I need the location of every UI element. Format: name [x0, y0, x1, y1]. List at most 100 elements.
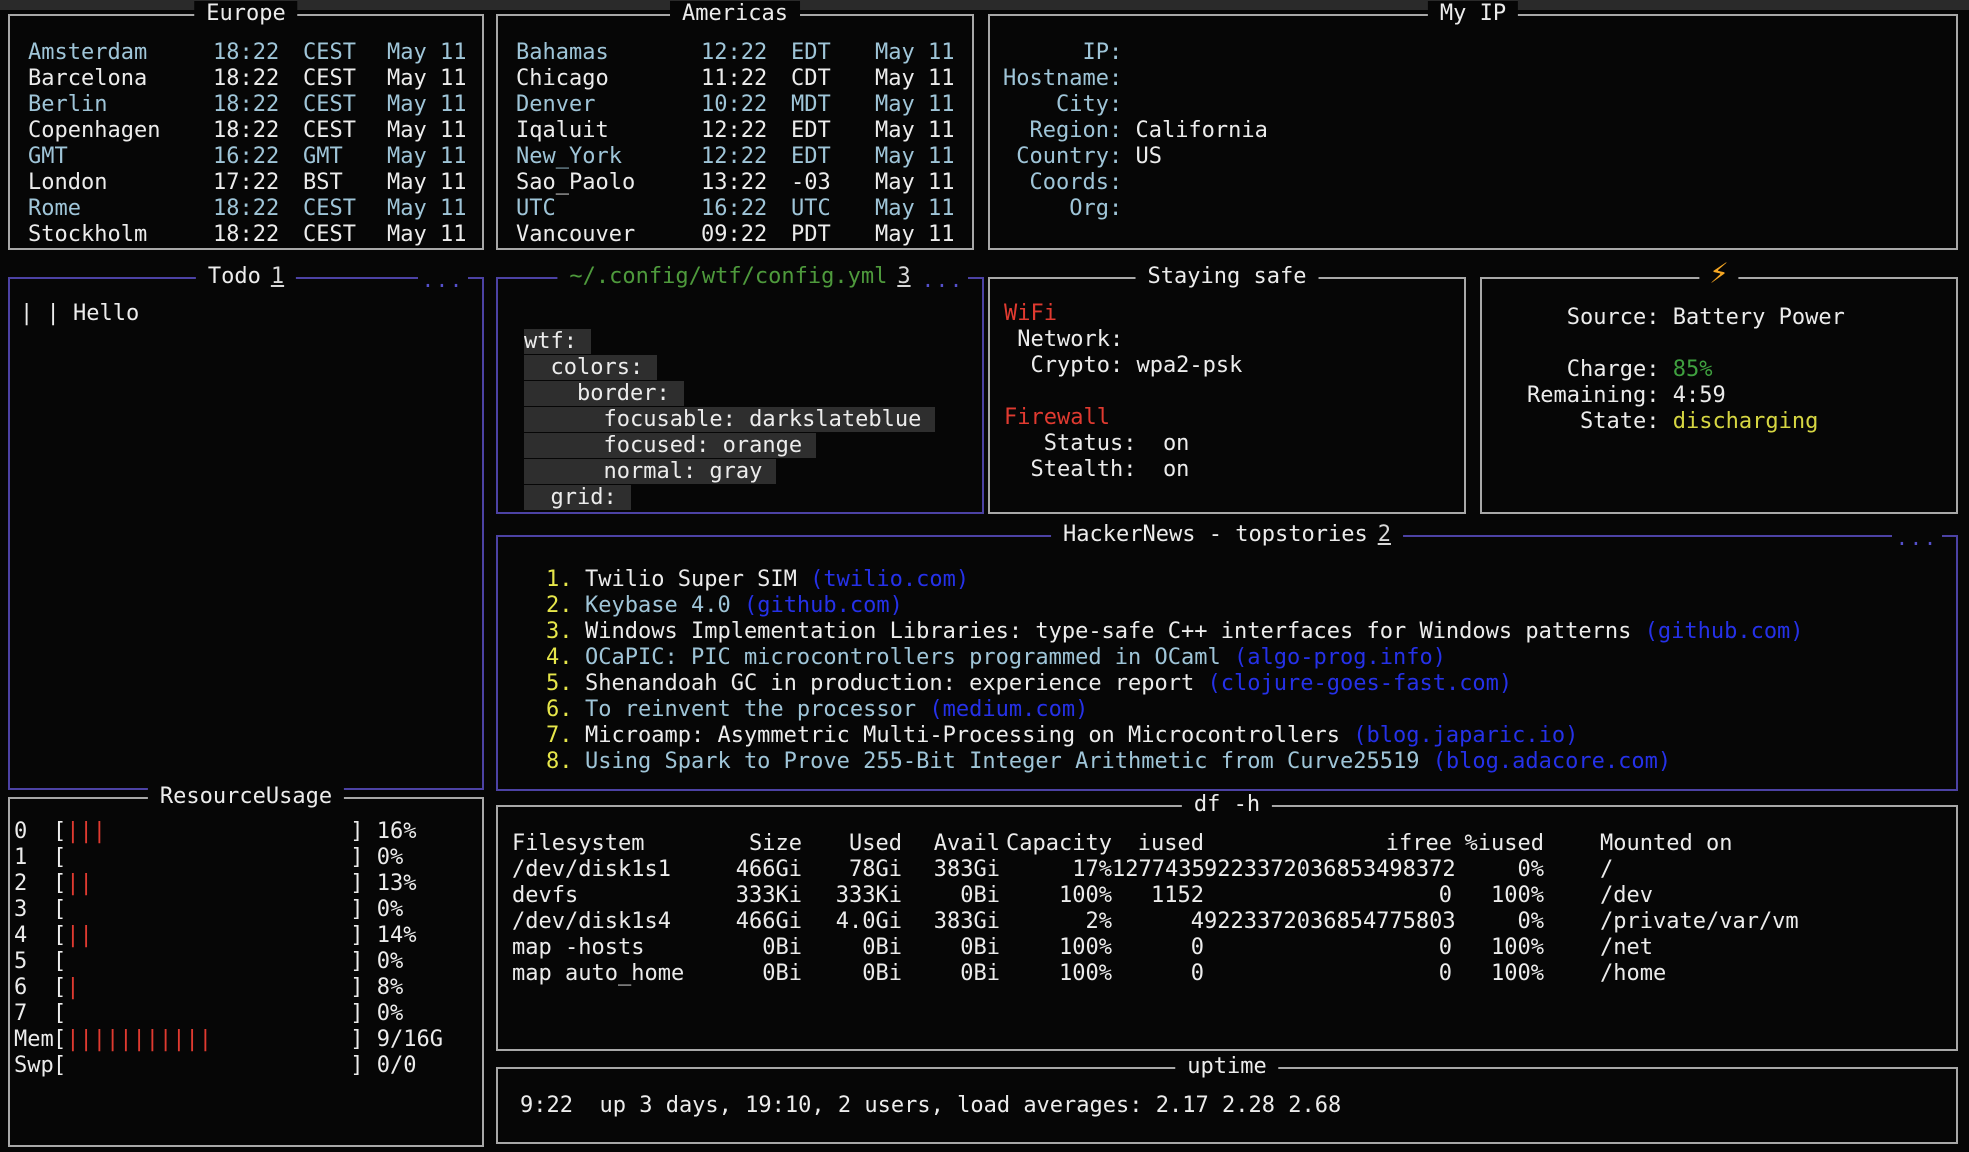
- meter-close-bracket: ]: [350, 1053, 363, 1079]
- hackernews-story[interactable]: 3.Windows Implementation Libraries: type…: [546, 619, 1956, 645]
- meter-label: 1: [14, 845, 53, 871]
- df-cell: 0Bi: [802, 935, 902, 961]
- df-header-row: FilesystemSizeUsedAvailCapacityiusedifre…: [512, 831, 1956, 857]
- story-domain-link[interactable]: (twilio.com): [810, 567, 969, 592]
- battery-line-value: 4:59: [1673, 383, 1726, 408]
- hackernews-story[interactable]: 5.Shenandoah GC in production: experienc…: [546, 671, 1956, 697]
- meter-bar-fill: [66, 1053, 350, 1079]
- battery-status: Source: Battery Power Charge: 85%Remaini…: [1482, 279, 1956, 435]
- city-time: 18:22: [213, 196, 303, 222]
- story-domain-link[interactable]: (github.com): [744, 593, 903, 618]
- config-line-text: normal: gray: [524, 459, 776, 484]
- story-rank: 5.: [546, 671, 572, 697]
- battery-line-label: Remaining:: [1527, 383, 1673, 408]
- panel-df: df -h FilesystemSizeUsedAvailCapacityius…: [496, 805, 1958, 1051]
- meter-label: 7: [14, 1001, 53, 1027]
- story-title: Microamp: Asymmetric Multi-Processing on…: [585, 723, 1353, 748]
- my-ip-fields: IP: Hostname: City: Region: California C…: [990, 16, 1956, 222]
- panel-americas: Americas Bahamas12:22EDTMay 11Chicago11:…: [496, 14, 974, 250]
- city-name: Copenhagen: [28, 118, 213, 144]
- meter-row: Swp[] 0/0: [14, 1053, 482, 1079]
- city-name: Stockholm: [28, 222, 213, 248]
- df-cell: 2%: [1000, 909, 1112, 935]
- ip-field-row: Coords:: [1003, 170, 1956, 196]
- meter-value: 14%: [364, 923, 417, 949]
- todo-item[interactable]: | | Hello: [20, 301, 482, 327]
- clock-row: Chicago11:22CDTMay 11: [516, 66, 972, 92]
- ip-field-label: IP:: [1003, 40, 1135, 65]
- panel-staying-safe-title: Staying safe: [1136, 264, 1319, 290]
- df-cell: Filesystem: [512, 831, 690, 857]
- panel-my-ip-title: My IP: [1428, 1, 1518, 27]
- story-domain-link[interactable]: (blog.adacore.com): [1433, 749, 1671, 774]
- df-cell: map auto_home: [512, 961, 690, 987]
- config-line-text: border:: [524, 381, 684, 406]
- hackernews-story[interactable]: 6.To reinvent the processor (medium.com): [546, 697, 1956, 723]
- meter-label: 0: [14, 819, 53, 845]
- city-timezone: CEST: [303, 196, 387, 222]
- meter-close-bracket: ]: [350, 1001, 363, 1027]
- security-line: WiFi: [1004, 301, 1464, 327]
- story-rank: 1.: [546, 567, 572, 593]
- df-cell: /dev/disk1s4: [512, 909, 690, 935]
- panel-americas-title: Americas: [670, 1, 800, 27]
- meter-value: 0%: [364, 845, 404, 871]
- df-cell: 100%: [1000, 935, 1112, 961]
- ip-field-row: IP:: [1003, 40, 1956, 66]
- story-domain-link[interactable]: (blog.japaric.io): [1353, 723, 1578, 748]
- config-line: normal: gray: [524, 459, 982, 485]
- city-timezone: EDT: [791, 40, 875, 66]
- city-time: 18:22: [213, 66, 303, 92]
- df-cell: 0: [1204, 961, 1452, 987]
- story-domain-link[interactable]: (medium.com): [929, 697, 1088, 722]
- story-domain-link[interactable]: (clojure-goes-fast.com): [1208, 671, 1513, 696]
- hackernews-story[interactable]: 2.Keybase 4.0 (github.com): [546, 593, 1956, 619]
- meter-row: 0[|||] 16%: [14, 819, 482, 845]
- cpu-memory-meters: 0[|||] 16%1[] 0%2[||] 13%3[] 0%4[||] 14%…: [10, 799, 482, 1079]
- ip-field-label: Hostname:: [1003, 66, 1135, 91]
- city-time: 17:22: [213, 170, 303, 196]
- meter-bar-fill: |||||||||||: [66, 1027, 350, 1053]
- city-date: May 11: [387, 196, 466, 222]
- city-timezone: BST: [303, 170, 387, 196]
- meter-open-bracket: [: [53, 1001, 66, 1027]
- hackernews-story[interactable]: 4.OCaPIC: PIC microcontrollers programme…: [546, 645, 1956, 671]
- city-name: Denver: [516, 92, 701, 118]
- df-cell: /dev/disk1s1: [512, 857, 690, 883]
- battery-line: State: discharging: [1527, 409, 1956, 435]
- ip-field-row: City:: [1003, 92, 1956, 118]
- battery-line-value: 85%: [1673, 357, 1713, 382]
- meter-bar-fill: [66, 949, 350, 975]
- meter-row: 4[||] 14%: [14, 923, 482, 949]
- hackernews-story[interactable]: 1.Twilio Super SIM (twilio.com): [546, 567, 1956, 593]
- story-rank: 2.: [546, 593, 572, 619]
- battery-line: Source: Battery Power: [1527, 305, 1956, 331]
- security-line: Firewall: [1004, 405, 1464, 431]
- city-time: 16:22: [213, 144, 303, 170]
- city-time: 12:22: [701, 144, 791, 170]
- df-cell: 0Bi: [902, 935, 1000, 961]
- df-cell: 4: [1112, 909, 1204, 935]
- panel-todo: Todo1 ... | | Hello: [8, 277, 484, 790]
- security-line: Stealth: on: [1004, 457, 1464, 483]
- panel-resource-usage-title: ResourceUsage: [148, 784, 344, 810]
- config-line-text: colors:: [524, 355, 657, 380]
- meter-close-bracket: ]: [350, 871, 363, 897]
- panel-df-title: df -h: [1182, 792, 1272, 818]
- meter-close-bracket: ]: [350, 949, 363, 975]
- clock-row: Amsterdam18:22CESTMay 11: [28, 40, 482, 66]
- df-cell: 9223372036853498372: [1204, 857, 1452, 883]
- city-timezone: GMT: [303, 144, 387, 170]
- panel-europe: Europe Amsterdam18:22CESTMay 11Barcelona…: [8, 14, 484, 250]
- story-domain-link[interactable]: (github.com): [1645, 619, 1804, 644]
- df-cell: 0: [1112, 935, 1204, 961]
- city-name: Chicago: [516, 66, 701, 92]
- city-name: Iqaluit: [516, 118, 701, 144]
- df-data-row: map -hosts0Bi0Bi0Bi100%00100%/net: [512, 935, 1956, 961]
- story-domain-link[interactable]: (algo-prog.info): [1234, 645, 1446, 670]
- city-date: May 11: [875, 92, 954, 118]
- hackernews-story[interactable]: 7.Microamp: Asymmetric Multi-Processing …: [546, 723, 1956, 749]
- hackernews-story[interactable]: 8.Using Spark to Prove 255-Bit Integer A…: [546, 749, 1956, 775]
- battery-line-value: discharging: [1673, 409, 1819, 434]
- df-cell: 100%: [1452, 883, 1544, 909]
